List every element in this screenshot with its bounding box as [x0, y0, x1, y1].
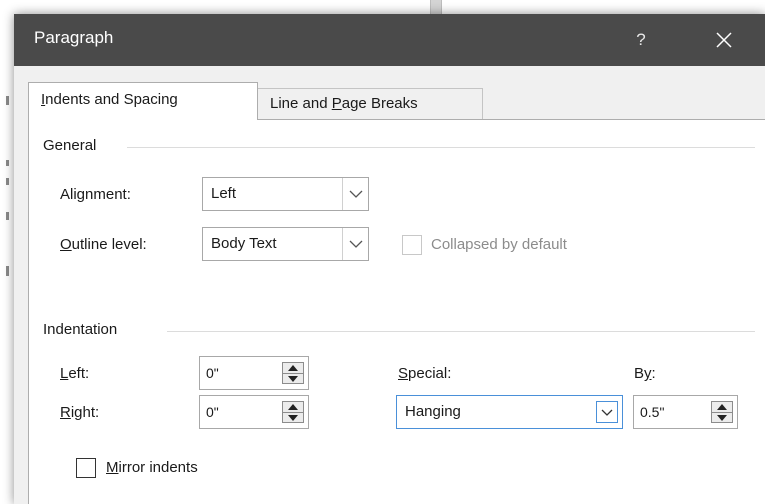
mirror-indents-checkbox[interactable]	[76, 458, 96, 478]
spin-up-icon	[717, 404, 727, 410]
alignment-value: Left	[211, 185, 237, 202]
dialog-titlebar[interactable]: Paragraph ?	[14, 14, 765, 66]
spin-down-icon	[288, 415, 298, 421]
special-dropdown-button[interactable]	[596, 401, 618, 423]
spin-up-icon	[288, 404, 298, 410]
left-indent-spin-buttons[interactable]	[282, 362, 304, 384]
spin-down-icon	[717, 415, 727, 421]
outline-level-select[interactable]: Body Text	[202, 227, 369, 261]
by-spin-buttons[interactable]	[711, 401, 733, 423]
alignment-label: Alignment:	[60, 186, 131, 203]
mirror-indents-label: Mirror indents	[106, 459, 198, 476]
chevron-down-icon	[601, 409, 613, 416]
general-group-label: General	[43, 137, 105, 154]
document-text-fragment	[6, 96, 9, 105]
left-indent-label: Left:	[60, 365, 90, 382]
alignment-select[interactable]: Left	[202, 177, 369, 211]
spin-up-icon	[288, 365, 298, 371]
spin-divider	[283, 412, 303, 413]
tab-indents-and-spacing[interactable]: Indents and Spacing	[28, 82, 258, 120]
outline-level-dropdown-button[interactable]	[342, 228, 368, 260]
right-indent-value: 0"	[206, 404, 219, 420]
special-label: Special:	[398, 365, 452, 382]
left-indent-spinbox[interactable]: 0"	[199, 356, 309, 390]
close-button[interactable]	[706, 22, 742, 58]
tab-line-and-page-breaks[interactable]: Line and Page Breaks	[258, 88, 483, 120]
right-indent-label: Right:	[60, 404, 100, 421]
special-select[interactable]: Hanging	[396, 395, 623, 429]
right-indent-spinbox[interactable]: 0"	[199, 395, 309, 429]
document-text-fragment	[6, 178, 9, 185]
spin-divider	[283, 373, 303, 374]
dialog-title: Paragraph	[34, 28, 114, 47]
paragraph-dialog: Paragraph ? Indents and Spacing Line and…	[14, 14, 765, 504]
left-indent-value: 0"	[206, 365, 219, 381]
chevron-down-icon	[349, 190, 363, 198]
group-divider	[167, 331, 755, 332]
outline-level-label: Outline level:	[60, 236, 147, 253]
by-spinbox[interactable]: 0.5"	[633, 395, 738, 429]
chevron-down-icon	[349, 240, 363, 248]
collapsed-by-default-label: Collapsed by default	[431, 236, 567, 253]
outline-level-value: Body Text	[211, 235, 277, 252]
indentation-group-label: Indentation	[43, 321, 126, 338]
document-text-fragment	[6, 160, 9, 166]
spin-divider	[712, 412, 732, 413]
alignment-dropdown-button[interactable]	[342, 178, 368, 210]
tab-label: Line and Page Breaks	[270, 95, 418, 112]
tab-label: Indents and Spacing	[41, 91, 178, 108]
by-label: By:	[634, 365, 656, 382]
spin-down-icon	[288, 376, 298, 382]
tab-panel: General Alignment: Left Outline level: B…	[28, 119, 765, 504]
close-icon	[716, 32, 732, 48]
document-text-fragment	[6, 266, 9, 276]
collapsed-by-default-checkbox[interactable]	[402, 235, 422, 255]
document-text-fragment	[6, 212, 9, 220]
group-divider	[127, 147, 755, 148]
help-button[interactable]: ?	[626, 26, 656, 54]
right-indent-spin-buttons[interactable]	[282, 401, 304, 423]
by-value: 0.5"	[640, 404, 665, 420]
special-value: Hanging	[405, 403, 461, 420]
